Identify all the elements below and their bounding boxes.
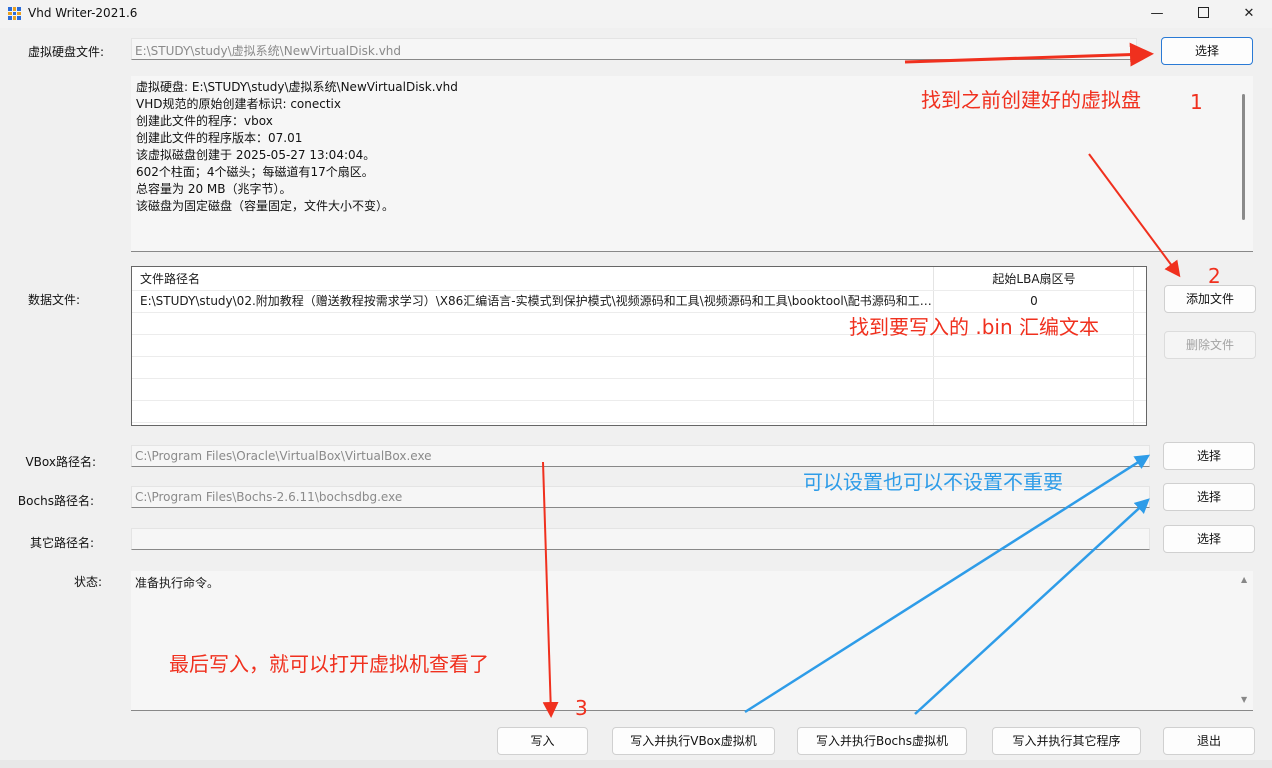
window-title: Vhd Writer-2021.6: [28, 6, 138, 20]
vhd-info-line: 创建此文件的程序版本：07.01: [136, 131, 303, 145]
vhd-info-line: 602个柱面；4个磁头；每磁道有17个扇区。: [136, 165, 374, 179]
data-files-table[interactable]: 文件路径名 起始LBA扇区号 E:\STUDY\study\02.附加教程（赠送…: [131, 266, 1147, 426]
annotation-step-3: 3: [575, 696, 588, 720]
vhd-path-field[interactable]: E:\STUDY\study\虚拟系统\NewVirtualDisk.vhd: [131, 38, 1137, 60]
vbox-select-button[interactable]: 选择: [1163, 442, 1255, 470]
scroll-up-icon[interactable]: ▲: [1241, 575, 1247, 584]
write-run-bochs-button[interactable]: 写入并执行Bochs虚拟机: [797, 727, 967, 755]
remove-file-button[interactable]: 删除文件: [1164, 331, 1256, 359]
info-scrollbar[interactable]: [1242, 94, 1245, 220]
file-path-cell: E:\STUDY\study\02.附加教程（赠送教程按需求学习）\X86汇编语…: [140, 294, 932, 308]
status-text: 准备执行命令。: [135, 576, 220, 590]
table-row[interactable]: E:\STUDY\study\02.附加教程（赠送教程按需求学习）\X86汇编语…: [132, 291, 1146, 313]
other-select-button[interactable]: 选择: [1163, 525, 1255, 553]
vhd-select-button[interactable]: 选择: [1161, 37, 1253, 65]
scroll-down-icon[interactable]: ▼: [1241, 695, 1247, 704]
annotation-step-2: 2: [1208, 264, 1221, 288]
taskbar-edge: [0, 760, 1272, 768]
other-path-field[interactable]: [131, 528, 1150, 550]
data-files-label: 数据文件:: [27, 293, 80, 307]
annotation-find-bin: 找到要写入的 .bin 汇编文本: [849, 315, 1099, 339]
vhd-info-line: 虚拟硬盘: E:\STUDY\study\虚拟系统\NewVirtualDisk…: [136, 80, 458, 94]
app-icon: [8, 7, 21, 20]
column-header-lba[interactable]: 起始LBA扇区号: [934, 269, 1134, 290]
add-file-button[interactable]: 添加文件: [1164, 285, 1256, 313]
vhd-info-line: 创建此文件的程序：vbox: [136, 114, 273, 128]
table-row[interactable]: [132, 357, 1146, 379]
table-row[interactable]: [132, 401, 1146, 423]
maximize-icon[interactable]: [1180, 0, 1226, 28]
vbox-path-label: VBox路径名:: [25, 455, 96, 469]
write-button[interactable]: 写入: [497, 727, 588, 755]
write-run-vbox-button[interactable]: 写入并执行VBox虚拟机: [612, 727, 775, 755]
vhd-info-line: 该虚拟磁盘创建于 2025-05-27 13:04:04。: [136, 148, 376, 162]
vhd-info-line: 该磁盘为固定磁盘（容量固定，文件大小不变）。: [136, 199, 395, 213]
lba-cell: 0: [1030, 294, 1038, 308]
vhd-info-lines: 虚拟硬盘: E:\STUDY\study\虚拟系统\NewVirtualDisk…: [136, 79, 458, 215]
minimize-icon[interactable]: —: [1134, 0, 1180, 28]
vhd-info-line: 总容量为 20 MB（兆字节）。: [136, 182, 292, 196]
table-header-row: 文件路径名 起始LBA扇区号: [132, 269, 1146, 291]
write-run-other-button[interactable]: 写入并执行其它程序: [992, 727, 1141, 755]
vhd-file-label: 虚拟硬盘文件:: [27, 45, 104, 59]
bochs-path-label: Bochs路径名:: [17, 494, 94, 508]
annotation-step-1: 1: [1190, 90, 1203, 114]
vbox-path-field[interactable]: C:\Program Files\Oracle\VirtualBox\Virtu…: [131, 445, 1150, 467]
title-bar: Vhd Writer-2021.6 — ✕: [0, 0, 1272, 28]
status-box: 准备执行命令。 ▲ ▼: [131, 571, 1253, 711]
vhd-info-line: VHD规范的原始创建者标识: conectix: [136, 97, 341, 111]
annotation-optional: 可以设置也可以不设置不重要: [803, 470, 1063, 494]
exit-button[interactable]: 退出: [1163, 727, 1255, 755]
annotation-write-last: 最后写入，就可以打开虚拟机查看了: [169, 652, 489, 676]
status-label: 状态:: [73, 575, 102, 589]
bochs-select-button[interactable]: 选择: [1163, 483, 1255, 511]
table-row[interactable]: [132, 379, 1146, 401]
other-path-label: 其它路径名:: [29, 536, 94, 550]
close-icon[interactable]: ✕: [1226, 0, 1272, 28]
column-header-path[interactable]: 文件路径名: [140, 269, 932, 290]
annotation-find-vhd: 找到之前创建好的虚拟盘: [921, 88, 1141, 112]
